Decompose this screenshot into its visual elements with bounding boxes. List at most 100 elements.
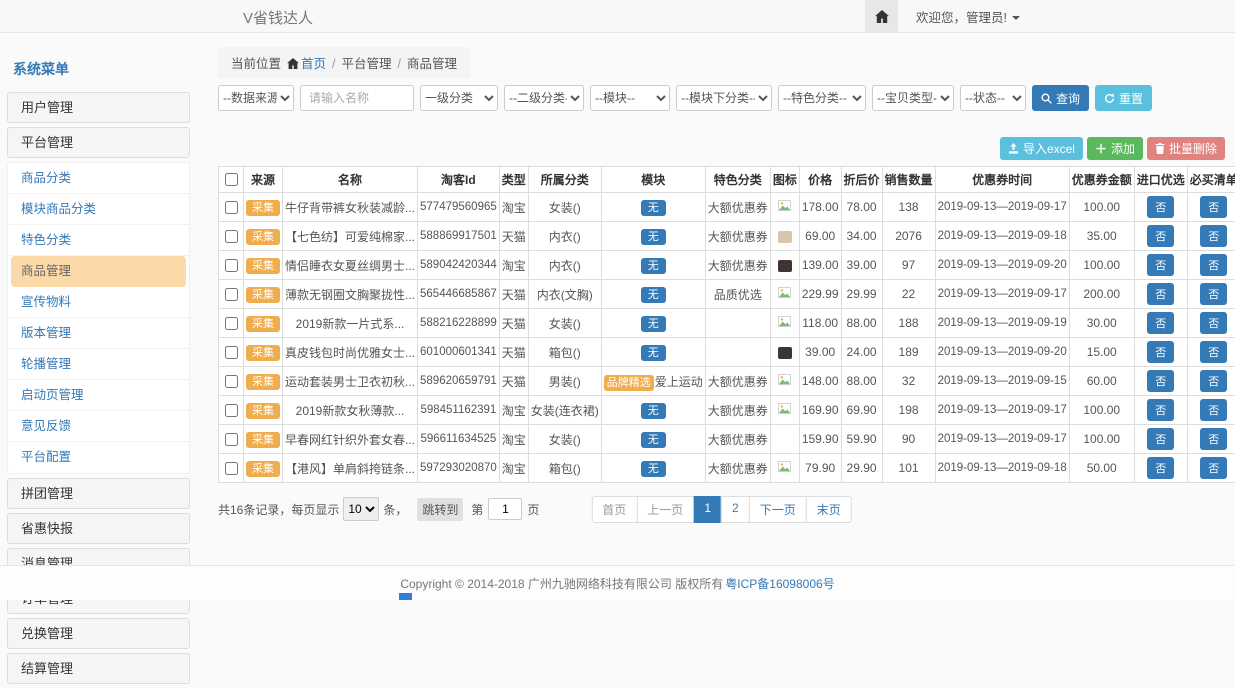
filter-select[interactable]: --状态-- bbox=[960, 85, 1026, 111]
row-checkbox[interactable] bbox=[225, 433, 238, 446]
filter-select[interactable]: --模块-- bbox=[590, 85, 670, 111]
module-badge[interactable]: 无 bbox=[641, 287, 666, 303]
page-button[interactable]: 末页 bbox=[806, 496, 852, 523]
taoke-id: 577479560965 bbox=[418, 193, 500, 222]
page-button[interactable]: 2 bbox=[721, 496, 750, 523]
import-choice-toggle[interactable]: 否 bbox=[1147, 341, 1174, 363]
row-checkbox[interactable] bbox=[225, 346, 238, 359]
icp-link[interactable]: 粤ICP备16098006号 bbox=[725, 575, 834, 592]
discount-price: 69.90 bbox=[841, 396, 882, 425]
row-checkbox[interactable] bbox=[225, 201, 238, 214]
module-badge[interactable]: 无 bbox=[641, 432, 666, 448]
sidebar-group-users[interactable]: 用户管理 bbox=[7, 92, 190, 123]
must-buy-toggle[interactable]: 否 bbox=[1200, 370, 1227, 392]
module-badge[interactable]: 无 bbox=[641, 316, 666, 332]
app-title: V省钱达人 bbox=[243, 7, 313, 28]
feature-category: 大额优惠券 bbox=[705, 222, 770, 251]
module-badge[interactable]: 品牌精选 bbox=[604, 375, 654, 391]
page-button[interactable]: 上一页 bbox=[636, 496, 694, 523]
jump-button[interactable]: 跳转到 bbox=[417, 498, 463, 521]
filter-select[interactable]: --模块下分类-- bbox=[676, 85, 772, 111]
row-checkbox[interactable] bbox=[225, 462, 238, 475]
sidebar-group[interactable]: 结算管理 bbox=[7, 653, 190, 684]
sidebar-item[interactable]: 轮播管理 bbox=[8, 349, 189, 380]
bulk-delete-button[interactable]: 批量删除 bbox=[1147, 137, 1225, 160]
home-button[interactable] bbox=[865, 0, 898, 32]
filter-select[interactable]: --特色分类-- bbox=[778, 85, 866, 111]
must-buy-toggle[interactable]: 否 bbox=[1200, 428, 1227, 450]
select-all-checkbox[interactable] bbox=[225, 173, 238, 186]
module-badge[interactable]: 无 bbox=[641, 200, 666, 216]
must-buy-toggle[interactable]: 否 bbox=[1200, 457, 1227, 479]
must-buy-toggle[interactable]: 否 bbox=[1200, 196, 1227, 218]
must-buy-toggle[interactable]: 否 bbox=[1200, 341, 1227, 363]
table-row: 采集 【七色纺】可爱纯棉家... 588869917501 天猫 内衣() 无 … bbox=[219, 222, 1235, 251]
reset-button[interactable]: 重置 bbox=[1095, 85, 1152, 111]
row-checkbox[interactable] bbox=[225, 404, 238, 417]
taoke-id: 565446685867 bbox=[418, 280, 500, 309]
add-label: 添加 bbox=[1111, 140, 1135, 157]
import-choice-toggle[interactable]: 否 bbox=[1147, 196, 1174, 218]
sidebar-item[interactable]: 版本管理 bbox=[8, 318, 189, 349]
sidebar-item[interactable]: 模块商品分类 bbox=[8, 194, 189, 225]
import-choice-toggle[interactable]: 否 bbox=[1147, 312, 1174, 334]
module-badge[interactable]: 无 bbox=[641, 403, 666, 419]
sidebar-item[interactable]: 特色分类 bbox=[8, 225, 189, 256]
module-badge[interactable]: 无 bbox=[641, 258, 666, 274]
filter-select[interactable]: --宝贝类型-- bbox=[872, 85, 954, 111]
page-current[interactable]: 1 bbox=[693, 496, 722, 523]
import-choice-toggle[interactable]: 否 bbox=[1147, 283, 1174, 305]
row-checkbox[interactable] bbox=[225, 259, 238, 272]
must-buy-toggle[interactable]: 否 bbox=[1200, 399, 1227, 421]
sidebar-group[interactable]: 拼团管理 bbox=[7, 478, 190, 509]
module-badge[interactable]: 无 bbox=[641, 229, 666, 245]
source-badge: 采集 bbox=[246, 461, 280, 477]
sidebar-item[interactable]: 启动页管理 bbox=[8, 380, 189, 411]
sidebar-item[interactable]: 商品分类 bbox=[8, 163, 189, 194]
module-badge[interactable]: 无 bbox=[641, 461, 666, 477]
name-search-input[interactable] bbox=[300, 85, 414, 111]
sidebar-group[interactable]: 省惠快报 bbox=[7, 513, 190, 544]
table-row: 采集 2019新款女秋薄款... 598451162391 淘宝 女装(连衣裙)… bbox=[219, 396, 1235, 425]
row-checkbox[interactable] bbox=[225, 288, 238, 301]
column-header: 销售数量 bbox=[882, 167, 935, 193]
filter-select[interactable]: --数据来源-- bbox=[218, 85, 294, 111]
import-choice-toggle[interactable]: 否 bbox=[1147, 399, 1174, 421]
page-number-input[interactable] bbox=[488, 498, 522, 520]
sidebar-item[interactable]: 意见反馈 bbox=[8, 411, 189, 442]
must-buy-toggle[interactable]: 否 bbox=[1200, 254, 1227, 276]
import-choice-toggle[interactable]: 否 bbox=[1147, 225, 1174, 247]
row-checkbox[interactable] bbox=[225, 230, 238, 243]
row-checkbox[interactable] bbox=[225, 317, 238, 330]
discount-price: 39.00 bbox=[841, 251, 882, 280]
must-buy-toggle[interactable]: 否 bbox=[1200, 312, 1227, 334]
sidebar-item[interactable]: 平台配置 bbox=[8, 442, 189, 473]
page-button[interactable]: 首页 bbox=[591, 496, 637, 523]
page-size-select[interactable]: 10 bbox=[343, 497, 379, 521]
breadcrumb-home-link[interactable]: 首页 bbox=[301, 57, 326, 71]
filter-select[interactable]: 一级分类 bbox=[420, 85, 498, 111]
user-menu[interactable]: 欢迎您，管理员! bbox=[916, 7, 1020, 26]
table-row: 采集 运动套装男士卫衣初秋... 589620659791 天猫 男装() 品牌… bbox=[219, 367, 1235, 396]
sidebar-item[interactable]: 商品管理 bbox=[11, 256, 186, 287]
feature-category: 大额优惠券 bbox=[705, 454, 770, 483]
filter-select[interactable]: --二级分类-- bbox=[504, 85, 584, 111]
must-buy-toggle[interactable]: 否 bbox=[1200, 225, 1227, 247]
price: 148.00 bbox=[799, 367, 841, 396]
import-excel-button[interactable]: 导入excel bbox=[1000, 137, 1083, 160]
add-button[interactable]: ＋ 添加 bbox=[1087, 137, 1143, 160]
module-badge[interactable]: 无 bbox=[641, 345, 666, 361]
must-buy-toggle[interactable]: 否 bbox=[1200, 283, 1227, 305]
sidebar-item[interactable]: 宣传物料 bbox=[8, 287, 189, 318]
page-button[interactable]: 下一页 bbox=[749, 496, 807, 523]
sidebar-group-platform[interactable]: 平台管理 bbox=[7, 127, 190, 158]
breadcrumb-separator: / bbox=[332, 57, 335, 71]
search-button[interactable]: 查询 bbox=[1032, 85, 1089, 111]
sidebar-group[interactable]: 兑换管理 bbox=[7, 618, 190, 649]
import-choice-toggle[interactable]: 否 bbox=[1147, 428, 1174, 450]
import-choice-toggle[interactable]: 否 bbox=[1147, 457, 1174, 479]
import-choice-toggle[interactable]: 否 bbox=[1147, 370, 1174, 392]
import-choice-toggle[interactable]: 否 bbox=[1147, 254, 1174, 276]
row-checkbox[interactable] bbox=[225, 375, 238, 388]
welcome-text: 欢迎您，管理员! bbox=[916, 11, 1007, 25]
